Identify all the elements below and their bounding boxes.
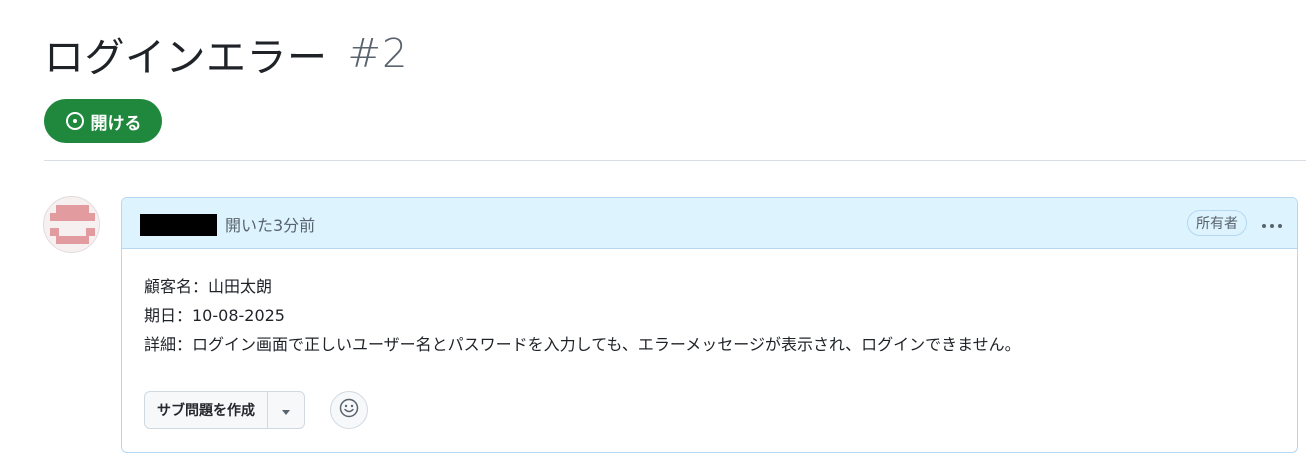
body-line-customer: 顧客名：山田太朗 [144,277,273,296]
body-line-details: 詳細：ログイン画面で正しいユーザー名とパスワードを入力しても、エラーメッセージが… [144,335,1021,354]
issue-state-badge: 開ける [44,99,162,143]
author-name-redacted[interactable] [140,214,217,236]
smiley-icon [339,398,359,422]
issue-state-label: 開ける [90,113,142,134]
opened-timestamp: 開いた3分前 [225,216,316,235]
kebab-horizontal-icon [1260,214,1284,233]
body-line-due-date: 期日：10-08-2025 [144,306,285,325]
issue-number: #2 [347,31,409,77]
avatar[interactable] [43,196,100,253]
create-sub-issue-dropdown[interactable] [267,392,304,428]
comment-body: 顧客名：山田太朗 期日：10-08-2025 詳細：ログイン画面で正しいユーザー… [144,272,1021,359]
owner-badge: 所有者 [1187,210,1247,236]
add-reaction-button[interactable] [330,391,368,429]
issue-page: ログインエラー #2 開ける 開いた3分前 所有者 顧客名：山田太朗 期日：10… [0,0,1306,468]
triangle-down-icon [281,401,291,420]
issue-title: ログインエラー [44,35,328,81]
create-sub-issue-button[interactable]: サブ問題を作成 [145,392,267,428]
issue-comment: 開いた3分前 所有者 顧客名：山田太朗 期日：10-08-2025 詳細：ログイ… [121,197,1298,453]
comment-header: 開いた3分前 所有者 [122,198,1297,249]
comment-more-button[interactable] [1257,210,1287,236]
create-sub-issue-group: サブ問題を作成 [144,391,305,429]
issue-title-row: ログインエラー #2 [44,26,408,82]
issue-opened-icon [65,111,85,131]
header-divider [44,160,1306,161]
